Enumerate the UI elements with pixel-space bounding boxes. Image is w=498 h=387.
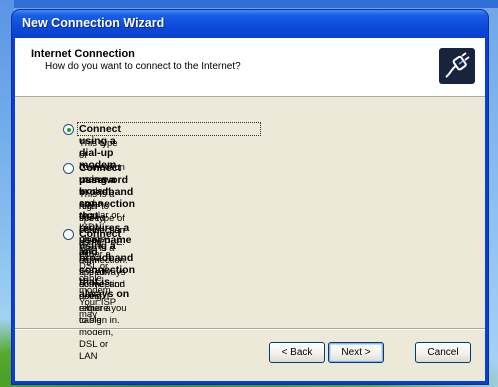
radio-broadband-always-on[interactable] [63,229,74,240]
cancel-button[interactable]: Cancel [415,342,471,363]
page-title: Internet Connection [31,48,135,60]
window-title: New Connection Wizard [22,16,165,30]
wizard-header: Internet Connection How do you want to c… [15,38,485,97]
title-bar[interactable]: New Connection Wizard [12,10,488,38]
button-separator [15,328,485,330]
option-broadband-always-on-description-line2: connection. It is always active, and doe… [79,255,128,326]
radio-broadband-login[interactable] [63,163,74,174]
radio-dialup[interactable] [63,124,74,135]
page-subtitle: How do you want to connect to the Intern… [45,61,241,72]
wizard-client-area: Internet Connection How do you want to c… [15,38,485,381]
back-button[interactable]: < Back [269,342,325,363]
connection-plug-icon [439,48,475,84]
next-button[interactable]: Next > [328,342,384,363]
wizard-window: New Connection Wizard Internet Connectio… [12,10,488,384]
option-broadband-login-label-line2[interactable]: password [79,174,128,186]
desktop-top-band [0,0,498,8]
